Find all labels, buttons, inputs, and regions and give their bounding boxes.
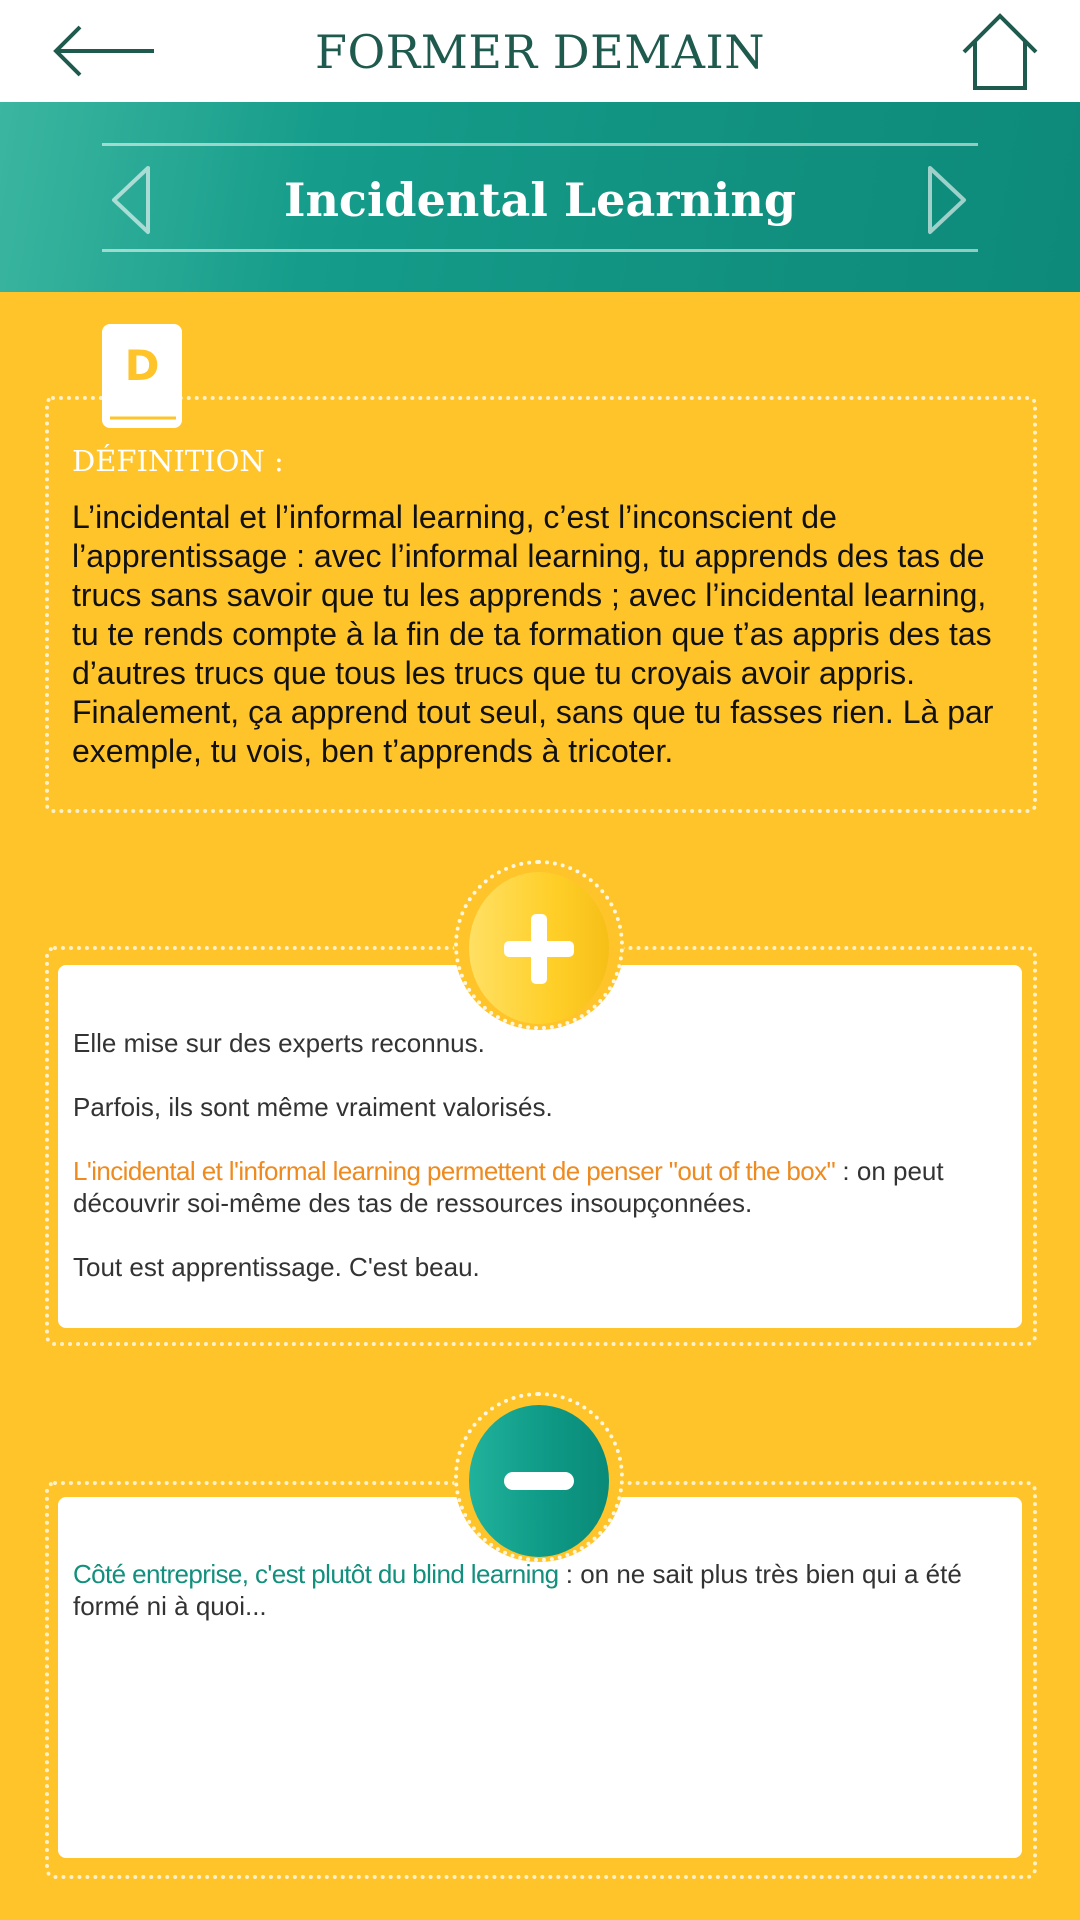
pros-point-2: Parfois, ils sont même vraiment valorisé… (73, 1092, 553, 1122)
app-header: FORMER DEMAIN (0, 0, 1080, 102)
book-d-icon: D (100, 322, 184, 430)
cons-bubble (469, 1405, 609, 1557)
next-topic-button[interactable] (924, 164, 972, 236)
home-icon (962, 13, 1038, 90)
home-button[interactable] (960, 12, 1040, 92)
svg-text:D: D (125, 341, 160, 390)
app-title: FORMER DEMAIN (315, 25, 765, 79)
topic-banner: Incidental Learning (0, 102, 1080, 292)
pros-point-3-highlight: L'incidental et l'informal learning perm… (73, 1156, 836, 1186)
definition-text: L’incidental et l’informal learning, c’e… (72, 499, 994, 769)
chevron-left-icon (112, 166, 150, 234)
chevron-right-icon (928, 166, 966, 234)
pros-text: Elle mise sur des experts reconnus. Parf… (73, 1027, 1008, 1315)
cons-point-1-highlight: Côté entreprise, c'est plutôt du blind l… (73, 1559, 559, 1589)
pros-bubble (469, 872, 609, 1024)
topic-title: Incidental Learning (283, 173, 797, 227)
definition-label: DÉFINITION : (72, 444, 284, 478)
pros-point-1: Elle mise sur des experts reconnus. (73, 1028, 485, 1058)
plus-icon (504, 914, 574, 984)
pros-point-3: L'incidental et l'informal learning perm… (73, 1155, 1008, 1219)
pros-point-4: Tout est apprentissage. C'est beau. (73, 1252, 480, 1282)
minus-icon (504, 1472, 574, 1490)
cons-text: Côté entreprise, c'est plutôt du blind l… (73, 1558, 1008, 1654)
previous-topic-button[interactable] (106, 164, 154, 236)
cons-point-1: Côté entreprise, c'est plutôt du blind l… (73, 1558, 1008, 1622)
